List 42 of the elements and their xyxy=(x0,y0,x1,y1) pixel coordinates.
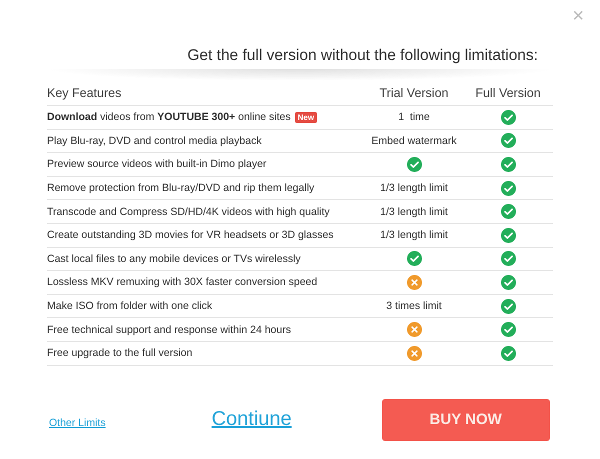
check-icon xyxy=(500,180,516,196)
other-limits-link[interactable]: Other Limits xyxy=(49,416,106,429)
feature-text: Create outstanding 3D movies for VR headsets or 3D glasses xyxy=(47,229,334,242)
trial-limit: 1/3 length limit xyxy=(380,229,448,242)
trial-limit: 1/3 length limit xyxy=(380,206,448,218)
feature-text: Transcode and Compress SD/HD/4K videos with high quality xyxy=(47,206,330,218)
check-icon xyxy=(500,204,516,220)
feature-text: Download videos from YOUTUBE 300+ online sites xyxy=(47,111,291,124)
feature-text: Remove protection from Blu-ray/DVD and rip them legally xyxy=(47,182,314,194)
feature-text: Play Blu-ray, DVD and control media playback xyxy=(47,134,262,147)
feature-text: Free upgrade to the full version xyxy=(47,347,192,360)
check-icon xyxy=(500,346,516,361)
cross-icon xyxy=(406,274,422,290)
check-icon xyxy=(500,110,516,125)
check-icon xyxy=(500,322,516,338)
check-icon xyxy=(500,133,516,148)
check-icon xyxy=(500,274,516,290)
feature-text: Make ISO from folder with one click xyxy=(47,300,212,312)
cross-icon xyxy=(406,346,422,361)
column-header: Trial Version xyxy=(379,86,448,100)
new-badge: New xyxy=(294,112,318,123)
trial-limit: 1 time xyxy=(398,111,430,124)
feature-text: Lossless MKV remuxing with 30X faster conversion speed xyxy=(47,276,318,288)
feature-text: Cast local files to any mobile devices or TVs wirelessly xyxy=(47,252,301,265)
dialog-title: Get the full version without the following limitations: xyxy=(187,47,538,66)
check-icon xyxy=(406,251,422,266)
column-header: Full Version xyxy=(475,86,541,100)
check-icon xyxy=(500,298,516,314)
check-icon xyxy=(500,251,516,266)
check-icon xyxy=(500,228,516,243)
check-icon xyxy=(406,156,422,172)
buy-now-button[interactable]: BUY NOW xyxy=(382,398,550,441)
check-icon xyxy=(500,156,516,172)
feature-text: Preview source videos with built-in Dimo player xyxy=(47,158,266,170)
cross-icon xyxy=(406,322,422,338)
close-button[interactable]: × xyxy=(570,5,586,28)
trial-limit: Embed watermark xyxy=(371,134,457,147)
column-header: Key Features xyxy=(47,86,122,100)
trial-limit: 3 times limit xyxy=(386,300,442,312)
trial-limit: 1/3 length limit xyxy=(380,182,448,194)
feature-text: Free technical support and response within 24 hours xyxy=(47,324,291,336)
continue-link[interactable]: Contiune xyxy=(212,408,292,432)
